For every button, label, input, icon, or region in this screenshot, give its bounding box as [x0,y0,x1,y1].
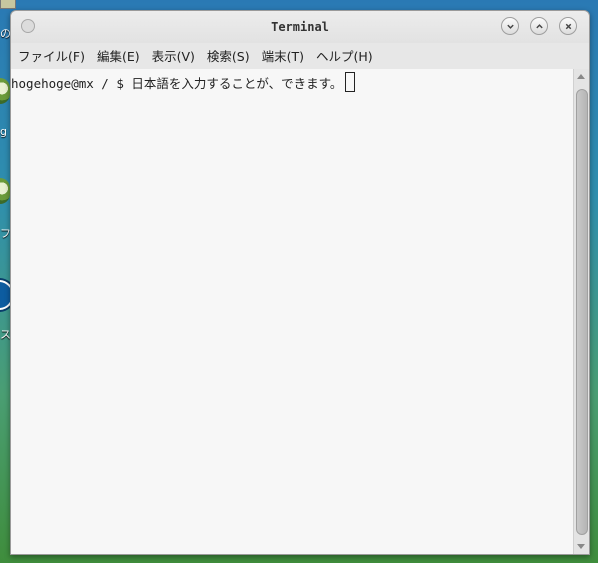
desktop-icon-fragment[interactable] [0,0,16,9]
chevron-up-icon [535,23,543,28]
menu-file[interactable]: ファイル(F) [18,46,85,65]
chevron-down-icon [506,24,514,29]
menu-edit[interactable]: 編集(E) [97,46,140,65]
desktop-app-icon[interactable] [0,78,10,108]
terminal-area[interactable]: hogehoge@mx / $ 日本語を入力することが、できます。 [11,69,574,554]
menu-help[interactable]: ヘルプ(H) [316,46,373,65]
vertical-scrollbar[interactable] [573,69,589,554]
menu-search[interactable]: 検索(S) [207,46,250,65]
terminal-input-text: 日本語を入力することが、できます。 [131,76,343,91]
menu-terminal[interactable]: 端末(T) [262,46,304,65]
close-button[interactable] [559,17,577,35]
scroll-up-arrow-icon[interactable] [577,74,585,79]
title-bar[interactable]: Terminal [11,11,589,43]
maximize-button[interactable] [530,17,548,35]
terminal-line: hogehoge@mx / $ 日本語を入力することが、できます。 [11,72,356,92]
terminal-window: Terminal ファイル(F) 編集(E) 表示(V) 検索(S) 端末(T)… [10,10,590,555]
scrollbar-thumb[interactable] [576,89,588,535]
minimize-button[interactable] [501,17,519,35]
menu-bar: ファイル(F) 編集(E) 表示(V) 検索(S) 端末(T) ヘルプ(H) [11,43,589,67]
desktop-app-icon[interactable] [0,178,10,208]
terminal-prompt: hogehoge@mx / $ [11,76,132,91]
scroll-down-arrow-icon[interactable] [577,544,585,549]
close-icon [565,23,571,29]
menu-view[interactable]: 表示(V) [152,46,195,65]
terminal-cursor [345,72,356,92]
desktop-icon-label: g [0,125,7,138]
